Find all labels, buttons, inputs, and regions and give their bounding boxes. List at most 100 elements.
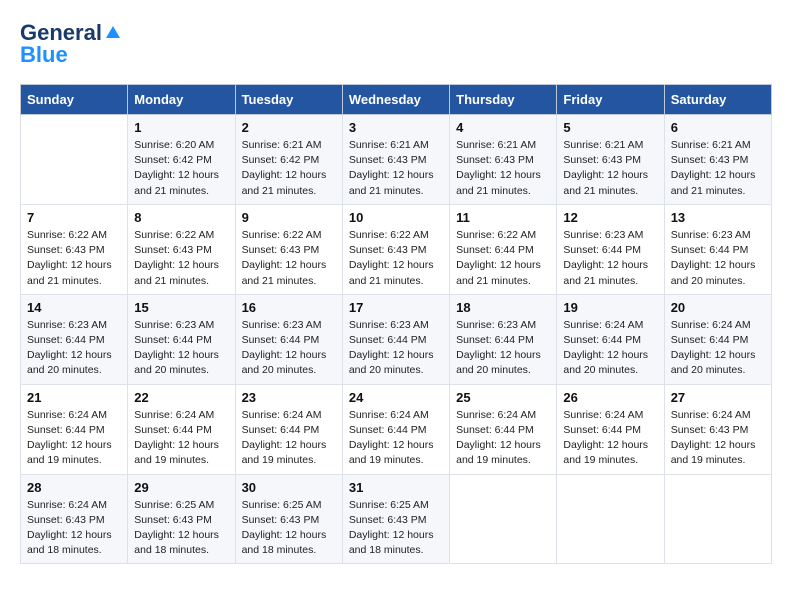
calendar-cell: 16Sunrise: 6:23 AM Sunset: 6:44 PM Dayli…	[235, 294, 342, 384]
calendar-cell	[557, 474, 664, 564]
calendar-cell: 25Sunrise: 6:24 AM Sunset: 6:44 PM Dayli…	[450, 384, 557, 474]
day-number: 6	[671, 120, 765, 135]
day-number: 15	[134, 300, 228, 315]
day-info: Sunrise: 6:22 AM Sunset: 6:43 PM Dayligh…	[349, 228, 443, 289]
day-info: Sunrise: 6:22 AM Sunset: 6:43 PM Dayligh…	[27, 228, 121, 289]
calendar-cell: 22Sunrise: 6:24 AM Sunset: 6:44 PM Dayli…	[128, 384, 235, 474]
weekday-thursday: Thursday	[450, 85, 557, 115]
calendar-cell: 31 Sunrise: 6:25 AM Sunset: 6:43 PM Dayli…	[342, 474, 449, 564]
calendar-cell: 19Sunrise: 6:24 AM Sunset: 6:44 PM Dayli…	[557, 294, 664, 384]
calendar-week-row: 14 Sunrise: 6:23 AM Sunset: 6:44 PM Dayli…	[21, 294, 772, 384]
day-info: Sunrise: 6:23 AM Sunset: 6:44 PM Dayligh…	[349, 318, 443, 379]
calendar-cell	[664, 474, 771, 564]
day-info: Sunrise: 6:23 AM Sunset: 6:44 PM Dayligh…	[671, 228, 765, 289]
logo-icon	[104, 24, 122, 42]
calendar-cell: 13 Sunrise: 6:23 AM Sunset: 6:44 PM Dayli…	[664, 204, 771, 294]
day-info: Sunrise: 6:24 AM Sunset: 6:44 PM Dayligh…	[456, 408, 550, 469]
calendar-week-row: 1 Sunrise: 6:20 AM Sunset: 6:42 PM Daylig…	[21, 115, 772, 205]
weekday-friday: Friday	[557, 85, 664, 115]
calendar-cell: 6 Sunrise: 6:21 AM Sunset: 6:43 PM Daylig…	[664, 115, 771, 205]
calendar-cell: 29 Sunrise: 6:25 AM Sunset: 6:43 PM Dayli…	[128, 474, 235, 564]
day-info: Sunrise: 6:21 AM Sunset: 6:42 PM Dayligh…	[242, 138, 336, 199]
calendar-cell: 23 Sunrise: 6:24 AM Sunset: 6:44 PM Dayli…	[235, 384, 342, 474]
day-number: 21	[27, 390, 121, 405]
day-number: 17	[349, 300, 443, 315]
day-number: 1	[134, 120, 228, 135]
weekday-sunday: Sunday	[21, 85, 128, 115]
calendar-cell: 15 Sunrise: 6:23 AM Sunset: 6:44 PM Dayli…	[128, 294, 235, 384]
calendar-cell: 17 Sunrise: 6:23 AM Sunset: 6:44 PM Dayli…	[342, 294, 449, 384]
day-info: Sunrise: 6:21 AM Sunset: 6:43 PM Dayligh…	[563, 138, 657, 199]
day-info: Sunrise: 6:21 AM Sunset: 6:43 PM Dayligh…	[456, 138, 550, 199]
logo: General Blue	[20, 20, 122, 68]
calendar-cell: 3 Sunrise: 6:21 AM Sunset: 6:43 PM Daylig…	[342, 115, 449, 205]
calendar-cell: 28 Sunrise: 6:24 AM Sunset: 6:43 PM Dayli…	[21, 474, 128, 564]
day-number: 18	[456, 300, 550, 315]
day-number: 29	[134, 480, 228, 495]
calendar-table: SundayMondayTuesdayWednesdayThursdayFrid…	[20, 84, 772, 564]
header: General Blue	[20, 20, 772, 68]
day-info: Sunrise: 6:23 AM Sunset: 6:44 PM Dayligh…	[134, 318, 228, 379]
day-number: 26	[563, 390, 657, 405]
calendar-cell: 20Sunrise: 6:24 AM Sunset: 6:44 PM Dayli…	[664, 294, 771, 384]
day-info: Sunrise: 6:23 AM Sunset: 6:44 PM Dayligh…	[242, 318, 336, 379]
calendar-cell: 9 Sunrise: 6:22 AM Sunset: 6:43 PM Daylig…	[235, 204, 342, 294]
calendar-cell: 27 Sunrise: 6:24 AM Sunset: 6:43 PM Dayli…	[664, 384, 771, 474]
day-info: Sunrise: 6:23 AM Sunset: 6:44 PM Dayligh…	[563, 228, 657, 289]
day-info: Sunrise: 6:24 AM Sunset: 6:44 PM Dayligh…	[563, 408, 657, 469]
day-number: 3	[349, 120, 443, 135]
weekday-tuesday: Tuesday	[235, 85, 342, 115]
day-number: 9	[242, 210, 336, 225]
logo-blue: Blue	[20, 42, 68, 68]
day-info: Sunrise: 6:24 AM Sunset: 6:44 PM Dayligh…	[563, 318, 657, 379]
day-info: Sunrise: 6:24 AM Sunset: 6:44 PM Dayligh…	[27, 408, 121, 469]
calendar-cell: 8 Sunrise: 6:22 AM Sunset: 6:43 PM Daylig…	[128, 204, 235, 294]
day-info: Sunrise: 6:24 AM Sunset: 6:44 PM Dayligh…	[671, 318, 765, 379]
day-info: Sunrise: 6:22 AM Sunset: 6:43 PM Dayligh…	[242, 228, 336, 289]
weekday-saturday: Saturday	[664, 85, 771, 115]
day-info: Sunrise: 6:24 AM Sunset: 6:44 PM Dayligh…	[134, 408, 228, 469]
day-info: Sunrise: 6:24 AM Sunset: 6:44 PM Dayligh…	[349, 408, 443, 469]
calendar-cell: 4 Sunrise: 6:21 AM Sunset: 6:43 PM Daylig…	[450, 115, 557, 205]
day-number: 27	[671, 390, 765, 405]
day-info: Sunrise: 6:22 AM Sunset: 6:43 PM Dayligh…	[134, 228, 228, 289]
day-number: 4	[456, 120, 550, 135]
weekday-monday: Monday	[128, 85, 235, 115]
calendar-cell: 1 Sunrise: 6:20 AM Sunset: 6:42 PM Daylig…	[128, 115, 235, 205]
calendar-cell: 24 Sunrise: 6:24 AM Sunset: 6:44 PM Dayli…	[342, 384, 449, 474]
day-info: Sunrise: 6:23 AM Sunset: 6:44 PM Dayligh…	[27, 318, 121, 379]
day-info: Sunrise: 6:25 AM Sunset: 6:43 PM Dayligh…	[242, 498, 336, 559]
day-number: 8	[134, 210, 228, 225]
day-number: 7	[27, 210, 121, 225]
day-info: Sunrise: 6:24 AM Sunset: 6:43 PM Dayligh…	[671, 408, 765, 469]
day-info: Sunrise: 6:20 AM Sunset: 6:42 PM Dayligh…	[134, 138, 228, 199]
day-number: 31	[349, 480, 443, 495]
calendar-cell: 10Sunrise: 6:22 AM Sunset: 6:43 PM Dayli…	[342, 204, 449, 294]
day-number: 11	[456, 210, 550, 225]
calendar-week-row: 7 Sunrise: 6:22 AM Sunset: 6:43 PM Daylig…	[21, 204, 772, 294]
calendar-header: SundayMondayTuesdayWednesdayThursdayFrid…	[21, 85, 772, 115]
day-number: 24	[349, 390, 443, 405]
day-number: 28	[27, 480, 121, 495]
day-number: 13	[671, 210, 765, 225]
calendar-cell: 26 Sunrise: 6:24 AM Sunset: 6:44 PM Dayli…	[557, 384, 664, 474]
calendar-cell: 21 Sunrise: 6:24 AM Sunset: 6:44 PM Dayli…	[21, 384, 128, 474]
calendar-cell: 12 Sunrise: 6:23 AM Sunset: 6:44 PM Dayli…	[557, 204, 664, 294]
day-number: 5	[563, 120, 657, 135]
day-info: Sunrise: 6:21 AM Sunset: 6:43 PM Dayligh…	[349, 138, 443, 199]
day-number: 14	[27, 300, 121, 315]
calendar-cell: 11Sunrise: 6:22 AM Sunset: 6:44 PM Dayli…	[450, 204, 557, 294]
day-info: Sunrise: 6:24 AM Sunset: 6:44 PM Dayligh…	[242, 408, 336, 469]
day-info: Sunrise: 6:24 AM Sunset: 6:43 PM Dayligh…	[27, 498, 121, 559]
day-number: 23	[242, 390, 336, 405]
calendar-cell: 7 Sunrise: 6:22 AM Sunset: 6:43 PM Daylig…	[21, 204, 128, 294]
day-number: 2	[242, 120, 336, 135]
day-number: 12	[563, 210, 657, 225]
calendar-body: 1 Sunrise: 6:20 AM Sunset: 6:42 PM Daylig…	[21, 115, 772, 564]
day-info: Sunrise: 6:25 AM Sunset: 6:43 PM Dayligh…	[134, 498, 228, 559]
day-info: Sunrise: 6:21 AM Sunset: 6:43 PM Dayligh…	[671, 138, 765, 199]
day-info: Sunrise: 6:23 AM Sunset: 6:44 PM Dayligh…	[456, 318, 550, 379]
calendar-week-row: 28 Sunrise: 6:24 AM Sunset: 6:43 PM Dayli…	[21, 474, 772, 564]
day-info: Sunrise: 6:25 AM Sunset: 6:43 PM Dayligh…	[349, 498, 443, 559]
calendar-cell	[21, 115, 128, 205]
